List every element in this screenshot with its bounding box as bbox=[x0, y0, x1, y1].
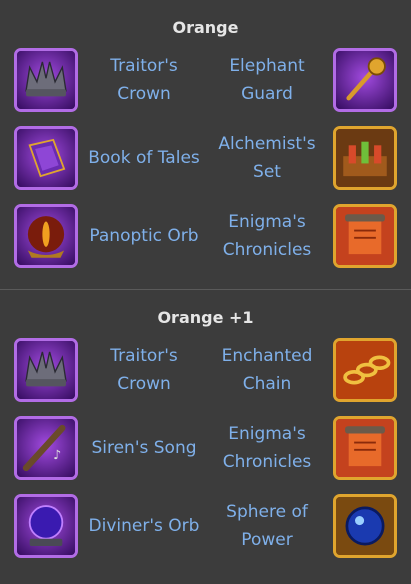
item-row: Diviner's Orb Sphere of Power bbox=[14, 490, 397, 568]
item-name[interactable]: Traitor's Crown bbox=[84, 50, 204, 110]
potion-set-icon[interactable] bbox=[333, 126, 397, 190]
scroll-icon[interactable] bbox=[333, 204, 397, 268]
item-name[interactable]: Book of Tales bbox=[84, 128, 204, 188]
item-name[interactable]: Sphere of Power bbox=[207, 496, 327, 556]
scroll-icon[interactable] bbox=[333, 416, 397, 480]
flute-icon[interactable]: ♪ bbox=[14, 416, 78, 480]
book-icon[interactable] bbox=[14, 126, 78, 190]
section-orange-plus-1: Orange +1 Traitor's Crown Enchanted Chai… bbox=[0, 290, 411, 584]
section-orange: Orange Traitor's Crown Elephant Guard Bo… bbox=[0, 0, 411, 290]
item-name[interactable]: Enigma's Chronicles bbox=[207, 206, 327, 266]
crown-icon[interactable] bbox=[14, 48, 78, 112]
chain-icon[interactable] bbox=[333, 338, 397, 402]
crystal-ball-icon[interactable] bbox=[14, 494, 78, 558]
svg-text:♪: ♪ bbox=[53, 447, 61, 462]
eye-orb-icon[interactable] bbox=[14, 204, 78, 268]
blue-sphere-icon[interactable] bbox=[333, 494, 397, 558]
item-name[interactable]: Enchanted Chain bbox=[207, 340, 327, 400]
section-title: Orange +1 bbox=[157, 308, 254, 327]
item-row: Panoptic Orb Enigma's Chronicles bbox=[14, 200, 397, 278]
item-row: Traitor's Crown Enchanted Chain bbox=[14, 334, 397, 412]
item-name[interactable]: Traitor's Crown bbox=[84, 340, 204, 400]
item-name[interactable]: Siren's Song bbox=[84, 418, 204, 478]
item-row: Book of Tales Alchemist's Set bbox=[14, 122, 397, 200]
item-name[interactable]: Enigma's Chronicles bbox=[207, 418, 327, 478]
item-name[interactable]: Elephant Guard bbox=[207, 50, 327, 110]
crown-icon[interactable] bbox=[14, 338, 78, 402]
item-name[interactable]: Panoptic Orb bbox=[84, 206, 204, 266]
mace-icon[interactable] bbox=[333, 48, 397, 112]
item-row: ♪ Siren's Song Enigma's Chronicles bbox=[14, 412, 397, 490]
section-title: Orange bbox=[172, 18, 239, 37]
item-name[interactable]: Diviner's Orb bbox=[84, 496, 204, 556]
item-name[interactable]: Alchemist's Set bbox=[207, 128, 327, 188]
item-row: Traitor's Crown Elephant Guard bbox=[14, 44, 397, 122]
